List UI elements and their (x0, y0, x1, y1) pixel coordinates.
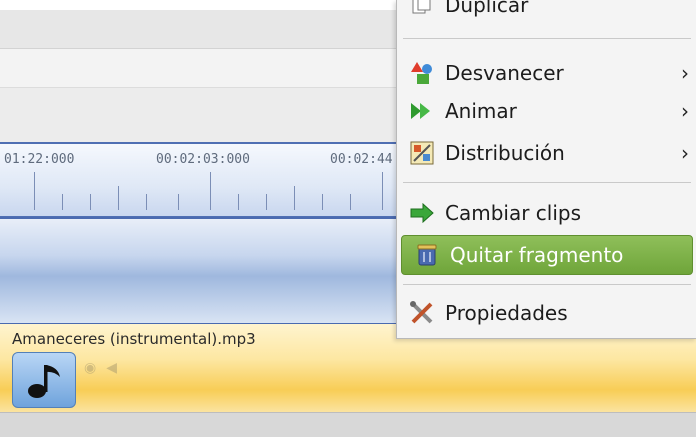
ruler-minor-tick (118, 186, 119, 210)
fade-icon (409, 60, 435, 86)
ruler-minor-tick (62, 194, 63, 210)
menu-item-label: Distribución (445, 141, 565, 165)
swap-clips-icon (409, 200, 435, 226)
animate-icon (409, 98, 435, 124)
menu-item-quitar-fragmento[interactable]: Quitar fragmento (401, 235, 693, 275)
menu-separator (403, 38, 691, 39)
menu-item-propiedades[interactable]: Propiedades (397, 294, 696, 332)
ruler-time-label: 00:02:03:000 (156, 152, 250, 167)
ruler-minor-tick (350, 194, 351, 210)
track-controls: ◉ ◀ (84, 360, 117, 376)
ruler-time-label: 01:22:000 (4, 152, 75, 167)
menu-item-cambiar-clips[interactable]: Cambiar clips (397, 194, 696, 232)
menu-item-desvanecer[interactable]: Desvanecer › (397, 54, 696, 92)
ruler-minor-tick (266, 194, 267, 210)
duplicate-icon (409, 0, 435, 18)
ruler-major-tick (382, 172, 383, 210)
timeline-clip[interactable] (0, 217, 410, 325)
submenu-arrow-icon: › (681, 141, 689, 165)
menu-item-label: Cambiar clips (445, 201, 582, 225)
menu-item-distribucion[interactable]: Distribución › (397, 134, 696, 172)
ruler-minor-tick (178, 194, 179, 210)
timeline-ruler[interactable]: 01:22:000 00:02:03:000 00:02:44 (0, 142, 410, 218)
ruler-minor-tick (90, 194, 91, 210)
menu-item-label: Desvanecer (445, 61, 564, 85)
menu-item-label: Animar (445, 99, 517, 123)
menu-item-animar[interactable]: Animar › (397, 92, 696, 130)
status-bar (0, 412, 696, 437)
ruler-minor-tick (238, 194, 239, 210)
submenu-arrow-icon: › (681, 99, 689, 123)
menu-item-label: Propiedades (445, 301, 568, 325)
ruler-minor-tick (146, 194, 147, 210)
music-note-icon[interactable] (12, 352, 76, 408)
ruler-major-tick (34, 172, 35, 210)
context-menu: Duplicar Desvanecer › Animar › Distribuc… (396, 0, 696, 339)
submenu-arrow-icon: › (681, 61, 689, 85)
audio-filename: Amaneceres (instrumental).mp3 (12, 330, 256, 348)
trash-icon (414, 242, 440, 268)
menu-separator (403, 182, 691, 183)
menu-item-label: Quitar fragmento (450, 243, 624, 267)
menu-item-label: Duplicar (445, 0, 529, 17)
ruler-minor-tick (294, 186, 295, 210)
distribution-icon (409, 140, 435, 166)
menu-item-duplicar[interactable]: Duplicar (397, 0, 696, 24)
ruler-minor-tick (322, 194, 323, 210)
ruler-time-label: 00:02:44 (330, 152, 393, 167)
menu-separator (403, 284, 691, 285)
visibility-icon[interactable]: ◉ (84, 360, 96, 376)
ruler-major-tick (210, 172, 211, 210)
tools-icon (409, 300, 435, 326)
volume-icon[interactable]: ◀ (106, 360, 117, 376)
